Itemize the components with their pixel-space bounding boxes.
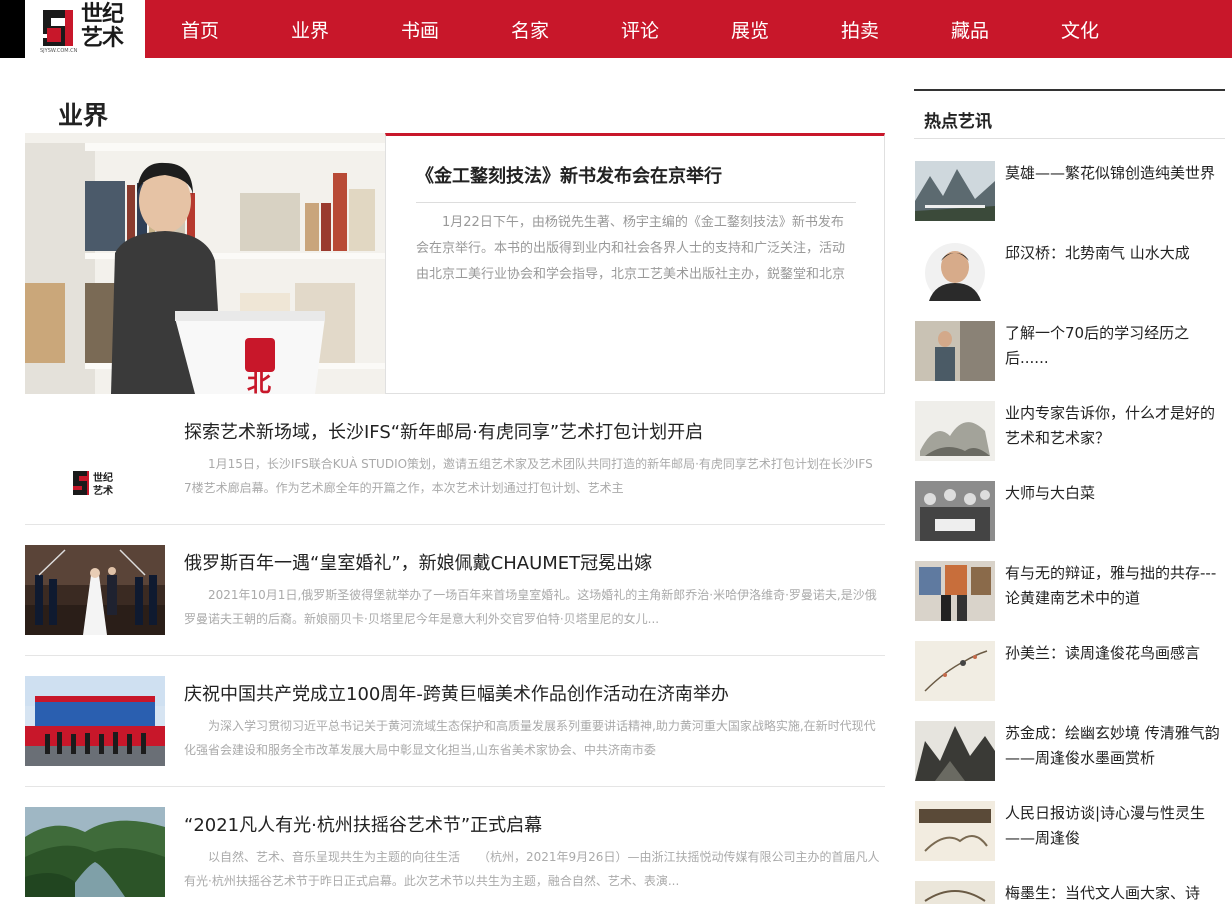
featured-description: 1月22日下午，由杨锐先生著、杨宇主编的《金工鍪刻技法》新书发布会在京举行。本书… (416, 215, 846, 282)
featured-title[interactable]: 《金工鍪刻技法》新书发布会在京举行 (416, 162, 856, 203)
news-thumbnail[interactable] (25, 676, 165, 766)
logo-line-2: 艺术 (81, 26, 124, 51)
nav-item-masters[interactable]: 名家 (475, 0, 585, 58)
hot-news-title[interactable]: 孙美兰：读周逢俊花鸟画感言 (1005, 641, 1225, 666)
hot-news-item[interactable]: 孙美兰：读周逢俊花鸟画感言 (915, 641, 1225, 701)
news-description: 为深入学习贯彻习近平总书记关于黄河流域生态保护和高质量发展系列重要讲话精神,助力… (184, 719, 876, 757)
painting-thumbnail (915, 881, 995, 904)
hot-news-title[interactable]: 了解一个70后的学习经历之后...... (1005, 321, 1225, 371)
event-photo-thumbnail (25, 676, 165, 766)
news-title[interactable]: 探索艺术新场域，长沙IFS“新年邮局·有虎同享”艺术打包计划开启 (184, 418, 884, 444)
featured-photo-illustration: 北 (25, 133, 385, 394)
hot-news-thumbnail[interactable] (915, 481, 995, 541)
hot-news-item[interactable]: 人民日报访谈|诗心漫与性灵生——周逢俊 (915, 801, 1225, 861)
nav-item-culture[interactable]: 文化 (1025, 0, 1135, 58)
hot-news-thumbnail[interactable] (915, 321, 995, 381)
bird-flower-painting-thumbnail (915, 641, 995, 701)
nav-item-exhibitions[interactable]: 展览 (695, 0, 805, 58)
hot-news-thumbnail[interactable] (915, 641, 995, 701)
hot-news-title[interactable]: 有与无的辩证，雅与拙的共存---论黄建南艺术中的道 (1005, 561, 1225, 611)
hot-news-item[interactable]: 大师与大白菜 (915, 481, 1225, 541)
nav-item-auctions[interactable]: 拍卖 (805, 0, 915, 58)
news-description: 以自然、艺术、音乐呈现共生为主题的向往生活 （杭州，2021年9月26日）—由浙… (184, 850, 880, 888)
hot-news-thumbnail[interactable] (915, 801, 995, 861)
news-thumbnail[interactable] (25, 807, 165, 897)
news-item[interactable]: 世纪 艺术 探索艺术新场域，长沙IFS“新年邮局·有虎同享”艺术打包计划开启 1… (25, 394, 885, 525)
featured-article[interactable]: 北 《金工鍪刻技法》新书发布会在京举行 1月22日下午，由杨锐先生著、杨宇主编的… (25, 133, 885, 394)
news-thumbnail[interactable] (25, 545, 165, 635)
hot-news-thumbnail[interactable] (915, 241, 995, 301)
svg-text:艺术: 艺术 (93, 484, 113, 497)
logo-subtext: SJYSW.COM.CN (40, 48, 78, 54)
logo-text: 世纪 艺术 (81, 2, 124, 51)
scroll-painting-thumbnail (915, 801, 995, 861)
svg-text:北: 北 (247, 369, 271, 394)
hot-news-thumbnail[interactable] (915, 401, 995, 461)
news-item[interactable]: 庆祝中国共产党成立100周年-跨黄巨幅美术作品创作活动在济南举办 为深入学习贯彻… (25, 656, 885, 787)
hot-news-item[interactable]: 了解一个70后的学习经历之后...... (915, 321, 1225, 381)
hot-news-thumbnail[interactable] (915, 161, 995, 221)
hot-news-item[interactable]: 有与无的辩证，雅与拙的共存---论黄建南艺术中的道 (915, 561, 1225, 621)
hot-news-title[interactable]: 邱汉桥：北势南气 山水大成 (1005, 241, 1225, 266)
nav-item-reviews[interactable]: 评论 (585, 0, 695, 58)
hot-news-title[interactable]: 业内专家告诉你，什么才是好的艺术和艺术家？ (1005, 401, 1225, 451)
section-title: 业界 (58, 101, 109, 130)
featured-image[interactable]: 北 (25, 133, 385, 394)
hot-news-item[interactable]: 莫雄——繁花似锦创造纯美世界 (915, 161, 1225, 221)
group-photo-thumbnail (915, 481, 995, 541)
left-edge-strip (0, 0, 25, 58)
logo-mark-icon (39, 6, 77, 50)
site-logo[interactable]: 世纪 艺术 SJYSW.COM.CN (25, 0, 145, 58)
nav-item-collections[interactable]: 藏品 (915, 0, 1025, 58)
news-description: 1月15日，长沙IFS联合KUÀ STUDIO策划，邀请五组艺术家及艺术团队共同… (184, 457, 873, 495)
top-navigation-bar: 世纪 艺术 SJYSW.COM.CN 首页 业界 书画 名家 评论 展览 拍卖 … (0, 0, 1232, 58)
ink-landscape-thumbnail (915, 721, 995, 781)
hot-news-title[interactable]: 梅墨生：当代文人画大家、诗 (1005, 881, 1225, 904)
sidebar-header: 热点艺讯 (914, 89, 1225, 139)
gallery-photo-thumbnail (915, 561, 995, 621)
main-nav: 首页 业界 书画 名家 评论 展览 拍卖 藏品 文化 (145, 0, 1135, 58)
valley-photo-thumbnail (25, 807, 165, 897)
hot-news-item[interactable]: 梅墨生：当代文人画大家、诗 (915, 881, 1225, 904)
news-item[interactable]: “2021凡人有光·杭州扶摇谷艺术节”正式启幕 以自然、艺术、音乐呈现共生为主题… (25, 787, 885, 904)
news-description: 2021年10月1日,俄罗斯圣彼得堡就举办了一场百年来首场皇室婚礼。这场婚礼的主… (184, 588, 877, 626)
hot-news-thumbnail[interactable] (915, 721, 995, 781)
hot-news-thumbnail[interactable] (915, 561, 995, 621)
hot-news-thumbnail[interactable] (915, 881, 995, 904)
portrait-thumbnail (915, 241, 995, 301)
ink-painting-thumbnail (915, 401, 995, 461)
logo-line-1: 世纪 (81, 2, 124, 27)
nav-item-home[interactable]: 首页 (145, 0, 255, 58)
featured-content-box: 《金工鍪刻技法》新书发布会在京举行 1月22日下午，由杨锐先生著、杨宇主编的《金… (385, 133, 885, 394)
hot-news-title[interactable]: 大师与大白菜 (1005, 481, 1225, 506)
wedding-photo-thumbnail (25, 545, 165, 635)
news-title[interactable]: 俄罗斯百年一遇“皇室婚礼”，新娘佩戴CHAUMET冠冕出嫁 (184, 549, 884, 575)
hot-news-item[interactable]: 邱汉桥：北势南气 山水大成 (915, 241, 1225, 301)
svg-text:世纪: 世纪 (93, 471, 113, 484)
news-thumbnail[interactable]: 世纪 艺术 (25, 414, 165, 504)
nav-item-industry[interactable]: 业界 (255, 0, 365, 58)
logo-placeholder-thumbnail: 世纪 艺术 (25, 414, 165, 504)
hot-news-item[interactable]: 业内专家告诉你，什么才是好的艺术和艺术家？ (915, 401, 1225, 461)
hot-news-title[interactable]: 苏金成：绘幽玄妙境 传清雅气韵——周逢俊水墨画赏析 (1005, 721, 1225, 771)
news-item[interactable]: 俄罗斯百年一遇“皇室婚礼”，新娘佩戴CHAUMET冠冕出嫁 2021年10月1日… (25, 525, 885, 656)
sidebar-title: 热点艺讯 (924, 112, 992, 132)
hot-news-item[interactable]: 苏金成：绘幽玄妙境 传清雅气韵——周逢俊水墨画赏析 (915, 721, 1225, 781)
hot-news-title[interactable]: 莫雄——繁花似锦创造纯美世界 (1005, 161, 1225, 186)
news-title[interactable]: “2021凡人有光·杭州扶摇谷艺术节”正式启幕 (184, 811, 884, 837)
person-photo-thumbnail (915, 321, 995, 381)
hot-news-title[interactable]: 人民日报访谈|诗心漫与性灵生——周逢俊 (1005, 801, 1225, 851)
mountain-painting-thumbnail (915, 161, 995, 221)
news-title[interactable]: 庆祝中国共产党成立100周年-跨黄巨幅美术作品创作活动在济南举办 (184, 680, 884, 706)
nav-item-calligraphy-painting[interactable]: 书画 (365, 0, 475, 58)
